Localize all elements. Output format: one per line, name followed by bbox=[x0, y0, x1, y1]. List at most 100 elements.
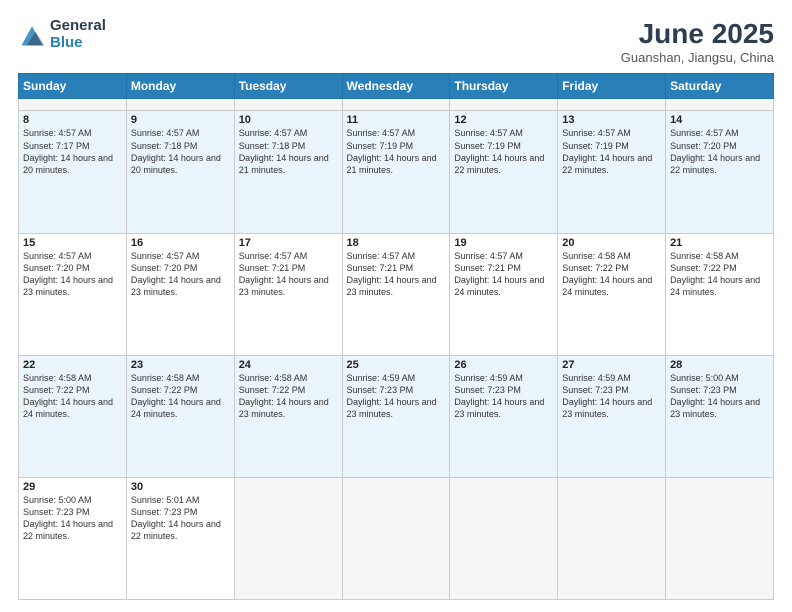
calendar-cell bbox=[342, 99, 450, 111]
calendar-cell: 22 Sunrise: 4:58 AMSunset: 7:22 PMDayligh… bbox=[19, 355, 127, 477]
calendar-cell bbox=[450, 99, 558, 111]
cell-sunrise: Sunrise: 4:57 AMSunset: 7:20 PMDaylight:… bbox=[131, 251, 221, 297]
calendar-header-sunday: Sunday bbox=[19, 74, 127, 99]
logo-general: General bbox=[50, 18, 106, 35]
calendar-cell bbox=[666, 99, 774, 111]
month-title: June 2025 bbox=[621, 18, 774, 50]
location: Guanshan, Jiangsu, China bbox=[621, 50, 774, 65]
cell-sunrise: Sunrise: 4:59 AMSunset: 7:23 PMDaylight:… bbox=[562, 373, 652, 419]
calendar-cell: 26 Sunrise: 4:59 AMSunset: 7:23 PMDayligh… bbox=[450, 355, 558, 477]
calendar-week-row bbox=[19, 99, 774, 111]
cell-sunrise: Sunrise: 4:59 AMSunset: 7:23 PMDaylight:… bbox=[454, 373, 544, 419]
cell-sunrise: Sunrise: 4:57 AMSunset: 7:19 PMDaylight:… bbox=[347, 128, 437, 174]
calendar-cell bbox=[126, 99, 234, 111]
day-number: 12 bbox=[454, 114, 553, 126]
logo: General Blue bbox=[18, 18, 106, 51]
day-number: 23 bbox=[131, 359, 230, 371]
cell-sunrise: Sunrise: 5:01 AMSunset: 7:23 PMDaylight:… bbox=[131, 495, 221, 541]
calendar-cell: 30 Sunrise: 5:01 AMSunset: 7:23 PMDayligh… bbox=[126, 477, 234, 599]
cell-sunrise: Sunrise: 5:00 AMSunset: 7:23 PMDaylight:… bbox=[23, 495, 113, 541]
calendar-cell: 17Sunrise: 4:57 AMSunset: 7:21 PMDayligh… bbox=[234, 233, 342, 355]
calendar-cell bbox=[234, 477, 342, 599]
day-number: 8 bbox=[23, 114, 122, 126]
day-number: 30 bbox=[131, 481, 230, 493]
calendar-cell bbox=[342, 477, 450, 599]
cell-sunrise: Sunrise: 4:57 AMSunset: 7:21 PMDaylight:… bbox=[347, 251, 437, 297]
day-number: 11 bbox=[347, 114, 446, 126]
calendar-cell: 12 Sunrise: 4:57 AMSunset: 7:19 PMDayligh… bbox=[450, 111, 558, 233]
day-number: 24 bbox=[239, 359, 338, 371]
calendar-header-wednesday: Wednesday bbox=[342, 74, 450, 99]
calendar-week-row: 8 Sunrise: 4:57 AMSunset: 7:17 PMDaylight… bbox=[19, 111, 774, 233]
calendar-week-row: 22 Sunrise: 4:58 AMSunset: 7:22 PMDayligh… bbox=[19, 355, 774, 477]
calendar-cell: 8 Sunrise: 4:57 AMSunset: 7:17 PMDaylight… bbox=[19, 111, 127, 233]
day-number: 28 bbox=[670, 359, 769, 371]
calendar-cell bbox=[666, 477, 774, 599]
calendar-cell: 29Sunrise: 5:00 AMSunset: 7:23 PMDayligh… bbox=[19, 477, 127, 599]
calendar-header-saturday: Saturday bbox=[666, 74, 774, 99]
cell-sunrise: Sunrise: 4:57 AMSunset: 7:20 PMDaylight:… bbox=[23, 251, 113, 297]
calendar-cell: 13 Sunrise: 4:57 AMSunset: 7:19 PMDayligh… bbox=[558, 111, 666, 233]
cell-sunrise: Sunrise: 4:58 AMSunset: 7:22 PMDaylight:… bbox=[670, 251, 760, 297]
day-number: 9 bbox=[131, 114, 230, 126]
logo-icon bbox=[18, 21, 46, 49]
calendar-cell: 14 Sunrise: 4:57 AMSunset: 7:20 PMDayligh… bbox=[666, 111, 774, 233]
calendar-cell: 10 Sunrise: 4:57 AMSunset: 7:18 PMDayligh… bbox=[234, 111, 342, 233]
calendar-header-friday: Friday bbox=[558, 74, 666, 99]
calendar-header-row: SundayMondayTuesdayWednesdayThursdayFrid… bbox=[19, 74, 774, 99]
calendar-cell: 27 Sunrise: 4:59 AMSunset: 7:23 PMDayligh… bbox=[558, 355, 666, 477]
calendar-cell bbox=[234, 99, 342, 111]
day-number: 14 bbox=[670, 114, 769, 126]
logo-blue: Blue bbox=[50, 35, 106, 52]
cell-sunrise: Sunrise: 4:57 AMSunset: 7:20 PMDaylight:… bbox=[670, 128, 760, 174]
day-number: 22 bbox=[23, 359, 122, 371]
calendar-cell: 24 Sunrise: 4:58 AMSunset: 7:22 PMDayligh… bbox=[234, 355, 342, 477]
calendar-cell: 9Sunrise: 4:57 AMSunset: 7:18 PMDaylight… bbox=[126, 111, 234, 233]
day-number: 17 bbox=[239, 237, 338, 249]
calendar-cell: 20 Sunrise: 4:58 AMSunset: 7:22 PMDayligh… bbox=[558, 233, 666, 355]
calendar-table: SundayMondayTuesdayWednesdayThursdayFrid… bbox=[18, 73, 774, 600]
cell-sunrise: Sunrise: 5:00 AMSunset: 7:23 PMDaylight:… bbox=[670, 373, 760, 419]
calendar-cell bbox=[19, 99, 127, 111]
cell-sunrise: Sunrise: 4:57 AMSunset: 7:19 PMDaylight:… bbox=[454, 128, 544, 174]
day-number: 19 bbox=[454, 237, 553, 249]
cell-sunrise: Sunrise: 4:57 AMSunset: 7:19 PMDaylight:… bbox=[562, 128, 652, 174]
cell-sunrise: Sunrise: 4:59 AMSunset: 7:23 PMDaylight:… bbox=[347, 373, 437, 419]
title-block: June 2025 Guanshan, Jiangsu, China bbox=[621, 18, 774, 65]
cell-sunrise: Sunrise: 4:58 AMSunset: 7:22 PMDaylight:… bbox=[131, 373, 221, 419]
calendar-cell bbox=[450, 477, 558, 599]
day-number: 26 bbox=[454, 359, 553, 371]
day-number: 27 bbox=[562, 359, 661, 371]
calendar-cell: 11 Sunrise: 4:57 AMSunset: 7:19 PMDayligh… bbox=[342, 111, 450, 233]
cell-sunrise: Sunrise: 4:58 AMSunset: 7:22 PMDaylight:… bbox=[239, 373, 329, 419]
page: General Blue June 2025 Guanshan, Jiangsu… bbox=[0, 0, 792, 612]
logo-text: General Blue bbox=[50, 18, 106, 51]
calendar-cell bbox=[558, 477, 666, 599]
cell-sunrise: Sunrise: 4:58 AMSunset: 7:22 PMDaylight:… bbox=[23, 373, 113, 419]
cell-sunrise: Sunrise: 4:58 AMSunset: 7:22 PMDaylight:… bbox=[562, 251, 652, 297]
day-number: 13 bbox=[562, 114, 661, 126]
day-number: 10 bbox=[239, 114, 338, 126]
calendar-cell: 16 Sunrise: 4:57 AMSunset: 7:20 PMDayligh… bbox=[126, 233, 234, 355]
calendar-cell: 18 Sunrise: 4:57 AMSunset: 7:21 PMDayligh… bbox=[342, 233, 450, 355]
calendar-header-tuesday: Tuesday bbox=[234, 74, 342, 99]
header: General Blue June 2025 Guanshan, Jiangsu… bbox=[18, 18, 774, 65]
day-number: 21 bbox=[670, 237, 769, 249]
day-number: 20 bbox=[562, 237, 661, 249]
calendar-cell: 15 Sunrise: 4:57 AMSunset: 7:20 PMDayligh… bbox=[19, 233, 127, 355]
calendar-header-monday: Monday bbox=[126, 74, 234, 99]
calendar-week-row: 29Sunrise: 5:00 AMSunset: 7:23 PMDayligh… bbox=[19, 477, 774, 599]
calendar-cell: 25 Sunrise: 4:59 AMSunset: 7:23 PMDayligh… bbox=[342, 355, 450, 477]
cell-sunrise: Sunrise: 4:57 AMSunset: 7:21 PMDaylight:… bbox=[454, 251, 544, 297]
day-number: 18 bbox=[347, 237, 446, 249]
calendar-cell: 19 Sunrise: 4:57 AMSunset: 7:21 PMDayligh… bbox=[450, 233, 558, 355]
day-number: 25 bbox=[347, 359, 446, 371]
cell-sunrise: Sunrise: 4:57 AMSunset: 7:17 PMDaylight:… bbox=[23, 128, 113, 174]
day-number: 15 bbox=[23, 237, 122, 249]
calendar-header-thursday: Thursday bbox=[450, 74, 558, 99]
calendar-cell bbox=[558, 99, 666, 111]
cell-sunrise: Sunrise: 4:57 AMSunset: 7:18 PMDaylight:… bbox=[239, 128, 329, 174]
day-number: 16 bbox=[131, 237, 230, 249]
calendar-cell: 21 Sunrise: 4:58 AMSunset: 7:22 PMDayligh… bbox=[666, 233, 774, 355]
calendar-week-row: 15 Sunrise: 4:57 AMSunset: 7:20 PMDayligh… bbox=[19, 233, 774, 355]
